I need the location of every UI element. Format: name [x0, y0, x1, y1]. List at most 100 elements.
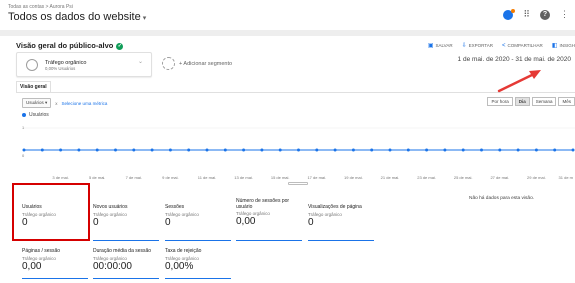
data-point[interactable] — [333, 148, 337, 152]
save-label: SALVAR — [435, 43, 453, 48]
data-point[interactable] — [443, 148, 447, 152]
data-point[interactable] — [260, 148, 264, 152]
annotation-arrow-icon — [497, 70, 541, 93]
select-metric-link[interactable]: Selecione uma métrica — [62, 101, 108, 106]
data-point[interactable] — [461, 148, 465, 152]
share-button[interactable]: < COMPARTILHAR — [502, 43, 543, 49]
data-point[interactable] — [77, 148, 81, 152]
data-point[interactable] — [168, 148, 172, 152]
insights-button[interactable]: ◧ INSIGH — [552, 42, 575, 49]
x-tick-label: 3 de mai. — [52, 175, 68, 180]
chevron-down-icon: ▾ — [45, 100, 48, 105]
data-point[interactable] — [132, 148, 136, 152]
header-icons: ⠿ ? ⋮ — [503, 8, 569, 20]
data-point[interactable] — [297, 148, 300, 152]
data-point[interactable] — [370, 148, 374, 152]
export-label: EXPORTAR — [468, 43, 493, 48]
data-point[interactable] — [278, 148, 282, 152]
scorecard-value: 00:00:00 — [93, 260, 132, 272]
help-icon[interactable]: ? — [540, 9, 550, 20]
legend-label: Usuários — [29, 112, 49, 118]
export-icon: ⇩ — [461, 43, 467, 49]
data-point[interactable] — [425, 148, 429, 152]
add-segment-circle-icon — [162, 57, 175, 70]
page-title-text: Visão geral do público-alvo — [16, 41, 114, 50]
more-vert-icon[interactable]: ⋮ — [560, 9, 569, 20]
header-divider — [0, 30, 575, 36]
data-point[interactable] — [480, 148, 483, 152]
data-point[interactable] — [114, 148, 117, 152]
data-point[interactable] — [315, 148, 319, 152]
legend-dot-icon — [22, 113, 26, 117]
data-point[interactable] — [406, 148, 410, 152]
date-range-picker[interactable]: 1 de mai. de 2020 - 31 de mai. de 2020 — [458, 56, 571, 63]
vs-label: x — [55, 100, 58, 106]
period-hourly-button[interactable]: Por hora — [487, 97, 513, 106]
notifications-icon[interactable] — [503, 8, 516, 20]
data-point[interactable] — [59, 148, 63, 152]
data-point[interactable] — [351, 148, 355, 152]
scorecard-new-users[interactable]: Novos usuários Tráfego orgânico 0 — [93, 204, 159, 241]
data-point[interactable] — [205, 148, 209, 152]
scorecard-sessions-per-user[interactable]: Número de sessões por usuário Tráfego or… — [236, 198, 302, 241]
scorecard-name: Novos usuários — [93, 204, 128, 210]
scorecard-name: Número de sessões por usuário — [236, 198, 290, 210]
data-point[interactable] — [388, 148, 392, 152]
export-button[interactable]: ⇩ EXPORTAR — [462, 42, 493, 49]
sparkline — [165, 239, 231, 241]
scorecard-bounce-rate[interactable]: Taxa de rejeição Tráfego orgânico 0,00% — [165, 248, 231, 279]
period-day-button[interactable]: Dia — [514, 97, 530, 106]
scorecard-pages-per-session[interactable]: Páginas / sessão Tráfego orgânico 0,00 — [22, 248, 88, 279]
apps-grid-icon[interactable]: ⠿ — [523, 9, 530, 20]
highlight-box — [12, 183, 90, 241]
chevron-down-icon[interactable]: ⌄ — [138, 58, 143, 65]
data-point[interactable] — [498, 148, 502, 152]
x-tick-label: 11 de mai. — [198, 175, 216, 180]
data-point[interactable] — [95, 148, 99, 152]
scorecard-pageviews[interactable]: Visualizações de página Tráfego orgânico… — [308, 204, 374, 241]
data-point[interactable] — [242, 148, 246, 152]
scorecard-name: Taxa de rejeição — [165, 248, 202, 254]
period-month-button[interactable]: Mês — [558, 97, 575, 106]
chart-resize-handle[interactable] — [288, 182, 308, 185]
insights-label: INSIGH — [559, 43, 575, 48]
scorecard-value: 0,00% — [165, 260, 194, 272]
users-line-chart: 3 de mai. 5 de mai. 7 de mai. 9 de mai. 11 d… — [22, 127, 575, 180]
data-point[interactable] — [150, 148, 154, 152]
scorecard-value: 0 — [308, 216, 314, 228]
tab-divider — [16, 92, 575, 93]
scorecard-avg-session-duration[interactable]: Duração média da sessão Tráfego orgânico… — [93, 248, 159, 279]
save-icon: ▣ — [427, 43, 434, 49]
tab-overview[interactable]: Visão geral — [16, 81, 51, 92]
data-point[interactable] — [516, 148, 520, 152]
no-data-message: Não há dados para esta visão. — [469, 196, 535, 201]
metric-selector: Usuários ▾ x Selecione uma métrica — [22, 98, 107, 108]
account-selector[interactable]: Todos os dados do website ▾ — [8, 11, 146, 23]
save-button[interactable]: ▣ SALVAR — [428, 42, 453, 49]
x-tick-label: 19 de mai. — [344, 175, 363, 180]
add-segment-button[interactable]: + Adicionar segmento — [162, 57, 232, 70]
scorecard-sessions[interactable]: Sessões Tráfego orgânico 0 — [165, 204, 231, 241]
share-icon: < — [501, 42, 506, 49]
scorecard-value: 0,00 — [22, 260, 42, 272]
scorecard-value: 0,00 — [236, 216, 256, 227]
period-toggle: Por hora Dia Semana Mês — [485, 97, 575, 106]
data-point[interactable] — [22, 148, 26, 152]
share-label: COMPARTILHAR — [507, 43, 543, 48]
x-tick-label: 5 de mai. — [89, 175, 105, 180]
page-title: Visão geral do público-alvo ✓ — [16, 41, 124, 50]
segment-card[interactable]: Tráfego orgânico 0,00% Usuários ⌄ — [16, 52, 152, 77]
x-tick-label: 15 de mai. — [271, 175, 290, 180]
sparkline — [93, 277, 159, 279]
data-point[interactable] — [571, 148, 575, 152]
scorecard-name: Sessões — [165, 204, 185, 210]
sparkline — [22, 277, 88, 279]
data-point[interactable] — [223, 148, 227, 152]
breadcrumb[interactable]: Todas as contas > Aurora Psi — [8, 4, 73, 10]
data-point[interactable] — [187, 148, 191, 152]
metric-dropdown[interactable]: Usuários ▾ — [22, 98, 52, 108]
data-point[interactable] — [40, 148, 44, 152]
period-week-button[interactable]: Semana — [531, 97, 557, 106]
data-point[interactable] — [553, 148, 557, 152]
data-point[interactable] — [534, 148, 538, 152]
